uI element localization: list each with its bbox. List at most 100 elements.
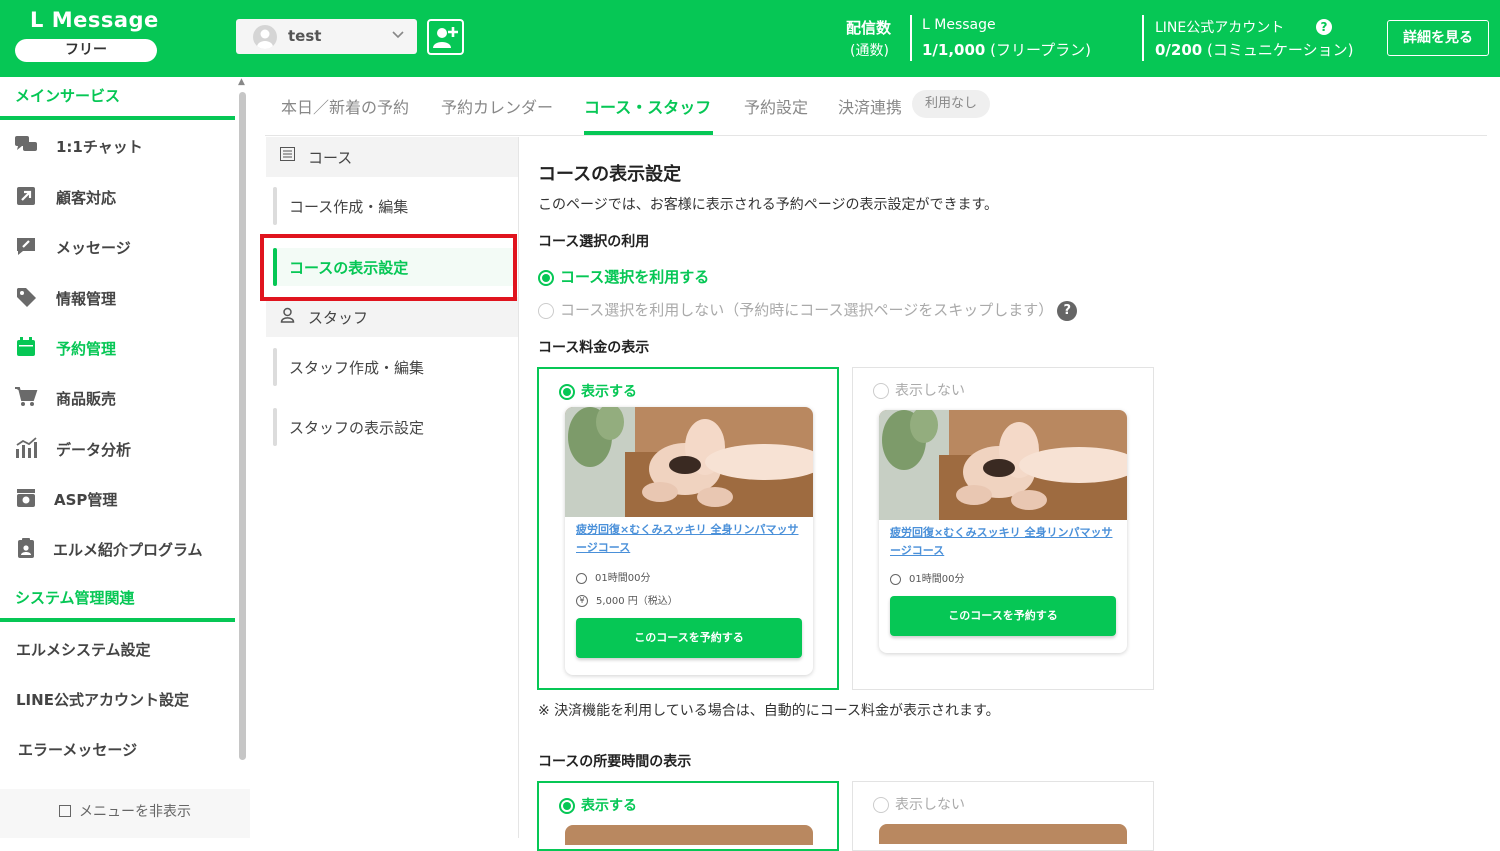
- view-details-button[interactable]: 詳細を見る: [1387, 20, 1489, 56]
- tab-today[interactable]: 本日／新着の予約: [281, 94, 409, 118]
- sidebar-item-line-settings[interactable]: LINE公式アカウント設定: [16, 689, 189, 710]
- sidebar-item-chat[interactable]: 1:1チャット: [0, 124, 235, 168]
- sidebar-item-referral[interactable]: エルメ紹介プログラム: [0, 527, 235, 571]
- sidebar-item-customer[interactable]: 顧客対応: [0, 175, 235, 219]
- account-select[interactable]: test: [236, 19, 417, 54]
- sidebar-item-info[interactable]: 情報管理: [0, 276, 235, 320]
- course-select-off-radio[interactable]: コース選択を利用しない（予約時にコース選択ページをスキップします）?: [538, 299, 1078, 321]
- calendar-icon: [14, 336, 38, 358]
- subnav-head-course: コース: [266, 137, 518, 177]
- reserve-course-button[interactable]: このコースを予約する: [890, 596, 1116, 636]
- price-show-radio[interactable]: 表示する: [559, 381, 637, 401]
- plan-badge: フリー: [15, 39, 157, 62]
- page-title: コースの表示設定: [538, 164, 682, 185]
- tab-reservation-settings[interactable]: 予約設定: [744, 94, 808, 118]
- course-preview-card: 疲労回復×むくみスッキリ 全身リンパマッサージコース 01時間00分 ¥5,00…: [565, 407, 813, 675]
- clock-icon: [890, 573, 901, 585]
- radio-label: 表示しない: [895, 383, 965, 399]
- chart-icon: [14, 437, 38, 459]
- subnav-course-edit[interactable]: コース作成・編集: [273, 187, 513, 225]
- sidebar-item-message[interactable]: メッセージ: [0, 225, 235, 269]
- subnav-head-label: スタッフ: [308, 309, 369, 327]
- course-image: [565, 407, 813, 517]
- line-count: 0/200: [1155, 41, 1203, 59]
- main-service-heading: メインサービス: [15, 87, 121, 105]
- course-duration: 01時間00分: [576, 569, 650, 584]
- subnav-staff-edit[interactable]: スタッフ作成・編集: [273, 348, 513, 386]
- cart-icon: [14, 386, 38, 408]
- sidebar-item-label: 顧客対応: [56, 189, 117, 207]
- line-account-label: LINE公式アカウント: [1155, 20, 1285, 36]
- sidebar-item-label: メッセージ: [56, 239, 131, 257]
- delivery-sublabel: (通数): [850, 43, 889, 59]
- price-display-heading: コース料金の表示: [538, 340, 650, 356]
- sidebar-scrollbar[interactable]: [239, 92, 246, 760]
- hide-menu-button[interactable]: メニューを非表示: [0, 789, 250, 838]
- radio-label: コース選択を利用する: [560, 268, 710, 286]
- sidebar-item-asp[interactable]: ASP管理: [0, 477, 235, 521]
- chat-icon: [14, 134, 38, 156]
- duration-hide-radio[interactable]: 表示しない: [873, 794, 965, 814]
- logo-title: L Message: [30, 8, 159, 32]
- subnav-item-label: スタッフの表示設定: [289, 419, 425, 437]
- list-icon: [280, 147, 295, 165]
- price-hide-radio[interactable]: 表示しない: [873, 380, 965, 400]
- price-hide-option[interactable]: 表示しない 疲労回復×むくみスッキリ 全身リンパマッサージコース 01時間00分…: [852, 367, 1154, 690]
- hide-menu-label: メニューを非表示: [79, 804, 191, 820]
- external-link-icon: [14, 185, 38, 207]
- sidebar-item-analytics[interactable]: データ分析: [0, 427, 235, 471]
- help-icon[interactable]: ?: [1316, 19, 1332, 35]
- subnav-head-staff: スタッフ: [266, 297, 518, 337]
- edit-message-icon: [14, 235, 38, 257]
- price-text: 5,000 円（税込）: [596, 596, 678, 607]
- yen-icon: ¥: [576, 595, 588, 607]
- course-image: [879, 410, 1127, 520]
- radio-label: 表示しない: [895, 797, 965, 813]
- sidebar-item-label: 予約管理: [56, 340, 117, 358]
- highlight-box: [260, 234, 517, 301]
- course-image: [879, 824, 1127, 844]
- course-image: [565, 825, 813, 845]
- radio-selected: [559, 798, 575, 814]
- tabs-divider: [265, 135, 1487, 136]
- system-heading: システム管理関連: [15, 589, 135, 607]
- course-price: ¥5,000 円（税込）: [576, 592, 678, 607]
- course-select-on-radio[interactable]: コース選択を利用する: [538, 266, 709, 287]
- sidebar-item-system-settings[interactable]: エルメシステム設定: [16, 639, 151, 660]
- scroll-up-arrow[interactable]: ▲: [238, 77, 245, 87]
- radio-label: 表示する: [581, 384, 637, 400]
- person-icon: [280, 307, 295, 327]
- divider: [1142, 15, 1144, 61]
- duration-show-option[interactable]: 表示する: [537, 781, 839, 851]
- subnav-item-label: コース作成・編集: [289, 198, 409, 216]
- sidebar-item-label: 情報管理: [56, 290, 117, 308]
- sidebar-item-reservation[interactable]: 予約管理: [0, 326, 235, 370]
- top-header: L Message フリー test 配信数 (通数) L Message 1/…: [0, 0, 1500, 77]
- tab-payment[interactable]: 決済連携: [838, 94, 902, 118]
- add-account-button[interactable]: [427, 19, 464, 55]
- status-badge: 利用なし: [912, 90, 990, 118]
- subnav-staff-display[interactable]: スタッフの表示設定: [273, 408, 513, 446]
- price-show-option[interactable]: 表示する 疲労回復×むくみスッキリ 全身リンパマッサージコース 01時間00分 …: [537, 367, 839, 690]
- subnav-head-label: コース: [308, 149, 353, 167]
- radio-label: コース選択を利用しない（予約時にコース選択ページをスキップします）: [560, 301, 1054, 319]
- sidebar-item-label: データ分析: [56, 441, 132, 459]
- question-icon[interactable]: ?: [1057, 300, 1078, 321]
- reserve-course-button[interactable]: このコースを予約する: [576, 618, 802, 658]
- tab-calendar[interactable]: 予約カレンダー: [441, 94, 553, 118]
- course-title-link[interactable]: 疲労回復×むくみスッキリ 全身リンパマッサージコース: [890, 524, 1118, 560]
- payment-note: ※ 決済機能を利用している場合は、自動的にコース料金が表示されます。: [538, 703, 1000, 719]
- column-divider: [518, 137, 519, 838]
- duration-hide-option[interactable]: 表示しない: [852, 781, 1154, 851]
- sidebar-item-error-messages[interactable]: エラーメッセージ: [18, 739, 137, 760]
- asp-icon: [14, 487, 38, 509]
- tab-course-staff[interactable]: コース・スタッフ: [584, 94, 711, 118]
- radio-selected: [559, 384, 575, 400]
- sidebar-item-sales[interactable]: 商品販売: [0, 376, 235, 420]
- course-title-link[interactable]: 疲労回復×むくみスッキリ 全身リンパマッサージコース: [576, 521, 804, 557]
- course-preview-card: 疲労回復×むくみスッキリ 全身リンパマッサージコース 01時間00分 このコース…: [879, 410, 1127, 653]
- lmessage-label: L Message: [922, 17, 996, 33]
- collapse-icon: [59, 805, 71, 817]
- course-duration: 01時間00分: [890, 570, 964, 585]
- duration-show-radio[interactable]: 表示する: [559, 795, 637, 815]
